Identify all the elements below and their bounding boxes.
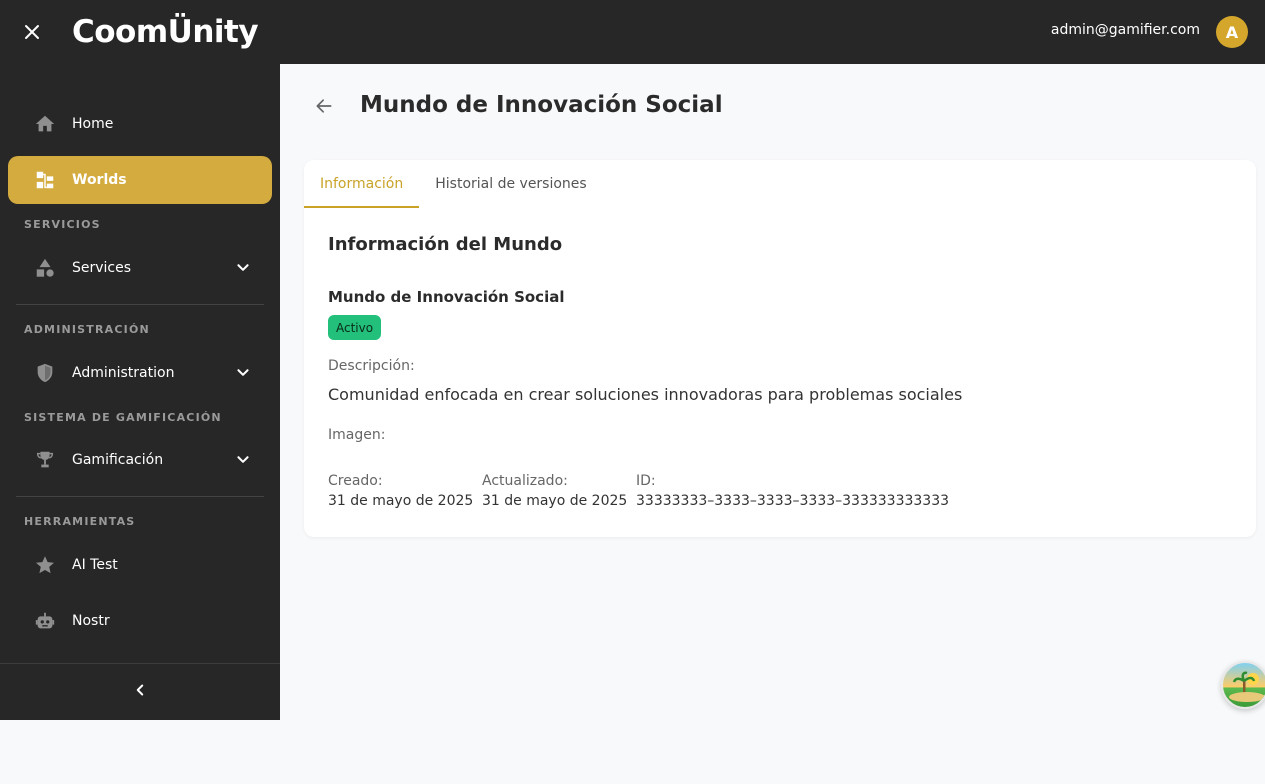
- sidebar-item-gamificacion[interactable]: Gamificación: [8, 436, 272, 484]
- section-title: Información del Mundo: [328, 234, 563, 255]
- description-label: Descripción:: [328, 358, 415, 374]
- home-icon: [33, 112, 57, 136]
- id-value: 33333333–3333–3333–3333–333333333333: [636, 493, 950, 509]
- trophy-icon: [33, 448, 57, 472]
- image-label: Imagen:: [328, 427, 386, 443]
- app-logo: CoomÜnity: [72, 14, 259, 50]
- tab-historial-versiones[interactable]: Historial de versiones: [419, 160, 602, 208]
- tab-informacion[interactable]: Información: [304, 160, 420, 208]
- top-bar: CoomÜnity admin@gamifier.com A: [0, 0, 1265, 64]
- status-badge: Activo: [328, 315, 382, 340]
- avatar[interactable]: A: [1216, 16, 1248, 48]
- chevron-down-icon: [232, 449, 254, 471]
- tab-bar: Información Historial de versiones: [304, 160, 603, 208]
- id-label: ID:: [636, 473, 656, 489]
- chevron-down-icon: [232, 362, 254, 384]
- updated-label: Actualizado:: [482, 473, 568, 489]
- section-header-servicios: SERVICIOS: [24, 218, 101, 231]
- section-header-herramientas: HERRAMIENTAS: [24, 515, 136, 528]
- sidebar-item-ai-test[interactable]: AI Test: [8, 541, 272, 589]
- star-icon: [33, 553, 57, 577]
- shield-icon: [33, 361, 57, 385]
- divider: [16, 496, 264, 497]
- arrow-left-icon: [314, 96, 334, 120]
- sidebar-item-label: Nostr: [72, 613, 110, 629]
- chevron-down-icon: [232, 257, 254, 279]
- world-name: Mundo de Innovación Social: [328, 288, 565, 306]
- sidebar-item-label: Home: [72, 116, 114, 132]
- floating-island-button[interactable]: [1221, 661, 1265, 709]
- sidebar-item-label: AI Test: [72, 557, 118, 573]
- sidebar-item-administration[interactable]: Administration: [8, 349, 272, 397]
- updated-value: 31 de mayo de 2025: [482, 493, 628, 509]
- divider: [16, 304, 264, 305]
- services-icon: [33, 256, 57, 280]
- island-icon: [1229, 671, 1265, 702]
- sidebar-item-label: Worlds: [72, 172, 127, 188]
- worlds-icon: [33, 168, 57, 192]
- created-label: Creado:: [328, 473, 383, 489]
- section-header-administracion: ADMINISTRACIÓN: [24, 323, 150, 336]
- sidebar-item-label: Services: [72, 260, 132, 276]
- created-value: 31 de mayo de 2025: [328, 493, 474, 509]
- sidebar-item-label: Administration: [72, 365, 175, 381]
- description-text: Comunidad enfocada en crear soluciones i…: [328, 385, 963, 404]
- robot-icon: [33, 609, 57, 633]
- close-icon[interactable]: [18, 18, 46, 46]
- section-header-gamificacion: SISTEMA DE GAMIFICACIÓN: [24, 411, 222, 424]
- chevron-left-icon: [131, 681, 149, 703]
- sidebar: Home Worlds SERVICIOS Services ADMINISTR…: [0, 64, 280, 720]
- updated-meta: Actualizado: 31 de mayo de 2025: [482, 473, 627, 509]
- page-title: Mundo de Innovación Social: [360, 92, 723, 118]
- collapse-sidebar-button[interactable]: [0, 663, 280, 720]
- sidebar-item-services[interactable]: Services: [8, 244, 272, 292]
- user-email: admin@gamifier.com: [1050, 22, 1200, 38]
- sidebar-item-home[interactable]: Home: [8, 100, 272, 148]
- back-button[interactable]: [310, 94, 338, 122]
- sidebar-item-label: Gamificación: [72, 452, 164, 468]
- world-info-card: Información Historial de versiones Infor…: [304, 160, 1256, 537]
- created-meta: Creado: 31 de mayo de 2025: [328, 473, 473, 509]
- sidebar-item-worlds[interactable]: Worlds: [8, 156, 272, 204]
- id-meta: ID: 33333333–3333–3333–3333–333333333333: [636, 473, 949, 509]
- sidebar-item-nostr[interactable]: Nostr: [8, 597, 272, 645]
